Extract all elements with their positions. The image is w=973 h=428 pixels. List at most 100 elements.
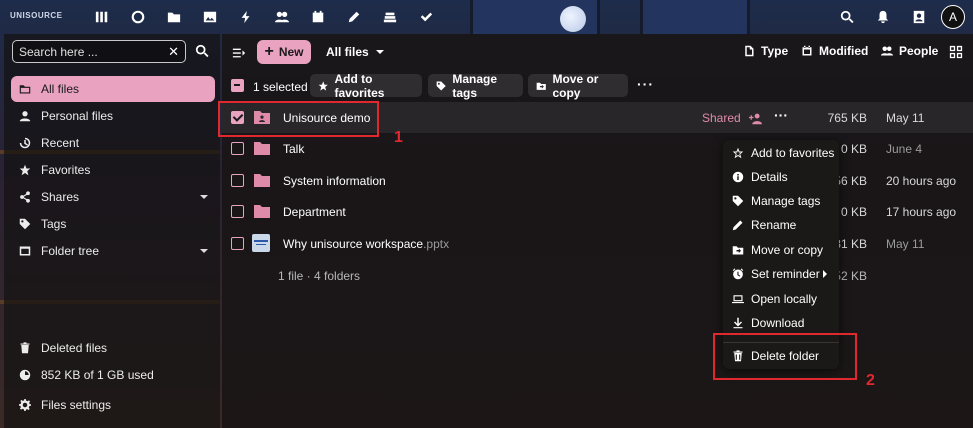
menu-open-locally[interactable]: Open locally	[723, 287, 839, 311]
selection-action-bar: 1 selected Add to favorites Manage tags …	[222, 72, 973, 100]
row-checkbox[interactable]	[231, 142, 244, 155]
gear-icon	[19, 398, 33, 412]
row-checkbox[interactable]	[231, 174, 244, 187]
sidebar-item-all-files[interactable]: All files	[11, 76, 215, 102]
user-avatar[interactable]: A	[941, 5, 965, 29]
menu-item-label: Open locally	[751, 292, 818, 306]
chevron-down-icon	[375, 50, 384, 54]
people-icon	[881, 46, 893, 56]
clear-icon[interactable]: ✕	[168, 44, 179, 60]
menu-download[interactable]: Download	[723, 311, 839, 335]
alarm-icon	[732, 268, 744, 280]
table-row[interactable]: Department 0 KB 17 hours ago	[222, 196, 973, 227]
sidebar-item-recent[interactable]: Recent	[11, 130, 215, 156]
move-or-copy-button[interactable]: Move or copy	[528, 72, 628, 100]
select-all-checkbox[interactable]	[231, 79, 244, 92]
contacts-menu-icon[interactable]	[901, 4, 937, 30]
filename-filter: ✕	[12, 40, 186, 63]
notes-icon[interactable]	[336, 6, 372, 28]
filter-modified[interactable]: Modified	[801, 44, 868, 58]
sidebar-item-favorites[interactable]: Favorites	[11, 157, 215, 183]
annotation-number-1: 1	[394, 129, 403, 146]
pie-chart-icon	[19, 368, 33, 382]
table-row[interactable]: Talk 0 KB June 4	[222, 133, 973, 164]
files-settings-link[interactable]: Files settings	[11, 393, 215, 417]
app-menu	[84, 6, 444, 28]
file-name[interactable]: Talk	[283, 142, 304, 156]
folder-icon	[254, 173, 270, 187]
folder-move-icon	[732, 246, 744, 255]
sidebar-item-label: Folder tree	[41, 244, 100, 258]
row-checkbox[interactable]	[231, 237, 244, 250]
top-bar: UNISOURCE A	[0, 0, 973, 34]
sidebar-item-personal-files[interactable]: Personal files	[11, 103, 215, 129]
menu-item-label: Set reminder	[751, 267, 820, 281]
trash-icon	[19, 341, 33, 355]
history-icon	[19, 136, 33, 150]
breadcrumb-label: All files	[326, 45, 369, 59]
notifications-icon[interactable]	[865, 4, 901, 30]
search-input[interactable]	[19, 44, 159, 59]
tasks-icon[interactable]	[408, 6, 444, 28]
filter-type[interactable]: Type	[743, 44, 788, 58]
file-name[interactable]: Why unisource workspace.pptx	[283, 237, 449, 251]
file-date: May 11	[886, 237, 925, 251]
menu-add-to-favorites[interactable]: Add to favorites	[723, 141, 839, 165]
file-date: May 11	[886, 111, 925, 125]
files-icon[interactable]	[156, 6, 192, 28]
add-user-icon	[748, 113, 762, 124]
sidebar-item-shares[interactable]: Shares	[11, 184, 215, 210]
row-checkbox[interactable]	[231, 205, 244, 218]
sidebar-item-tags[interactable]: Tags	[11, 211, 215, 237]
menu-move-or-copy[interactable]: Move or copy	[723, 238, 839, 262]
row-actions-button[interactable]: ···	[774, 107, 788, 123]
table-row[interactable]: System information 56 KB 20 hours ago	[222, 165, 973, 196]
menu-item-label: Manage tags	[751, 194, 821, 208]
sidebar-item-label: Tags	[41, 217, 67, 231]
grid-view-icon[interactable]	[949, 45, 963, 62]
star-icon	[732, 147, 744, 159]
info-icon	[732, 171, 744, 183]
table-row[interactable]: Why unisource workspace.pptx 31 KB May 1…	[222, 228, 973, 259]
search-circle-icon[interactable]	[120, 6, 156, 28]
menu-set-reminder[interactable]: Set reminder	[723, 262, 839, 286]
sidebar-item-label: Recent	[41, 136, 80, 150]
sidebar-item-label: Shares	[41, 190, 80, 204]
file-name[interactable]: Department	[283, 205, 346, 219]
activity-icon[interactable]	[228, 6, 264, 28]
new-button[interactable]: + New	[257, 40, 311, 64]
chevron-down-icon[interactable]	[199, 245, 209, 259]
add-to-favorites-button[interactable]: Add to favorites	[310, 72, 422, 100]
shared-indicator[interactable]: Shared	[702, 111, 762, 125]
more-actions-button[interactable]: ···	[637, 76, 654, 92]
sidebar-item-label: Personal files	[41, 109, 114, 123]
file-name[interactable]: System information	[283, 174, 386, 188]
menu-manage-tags[interactable]: Manage tags	[723, 189, 839, 213]
search-icon[interactable]	[195, 44, 209, 61]
manage-tags-button[interactable]: Manage tags	[428, 72, 523, 100]
deleted-files-link[interactable]: Deleted files	[11, 336, 215, 360]
sidebar-item-folder-tree[interactable]: Folder tree	[11, 238, 215, 264]
menu-item-label: Rename	[751, 218, 797, 232]
filter-people[interactable]: People	[881, 44, 938, 58]
menu-item-label: Download	[751, 316, 805, 330]
unified-search-icon[interactable]	[829, 4, 865, 30]
file-icon	[745, 45, 754, 57]
dashboard-icon[interactable]	[84, 6, 120, 28]
contacts-icon[interactable]	[264, 6, 300, 28]
file-size: 0 KB	[840, 142, 867, 156]
chevron-down-icon[interactable]	[199, 191, 209, 205]
tag-icon	[436, 80, 446, 91]
deck-icon[interactable]	[372, 6, 408, 28]
menu-details[interactable]: Details	[723, 165, 839, 189]
highlight-box-row	[218, 101, 379, 137]
breadcrumb[interactable]: All files	[326, 45, 385, 59]
menu-rename[interactable]: Rename	[723, 213, 839, 237]
app-logo[interactable]: UNISOURCE	[10, 11, 63, 20]
folder-icon	[19, 82, 33, 96]
calendar-icon[interactable]	[300, 6, 336, 28]
photos-icon[interactable]	[192, 6, 228, 28]
highlight-box-delete	[713, 333, 857, 380]
shared-label: Shared	[702, 111, 741, 125]
toggle-sidebar-icon[interactable]	[232, 46, 246, 63]
